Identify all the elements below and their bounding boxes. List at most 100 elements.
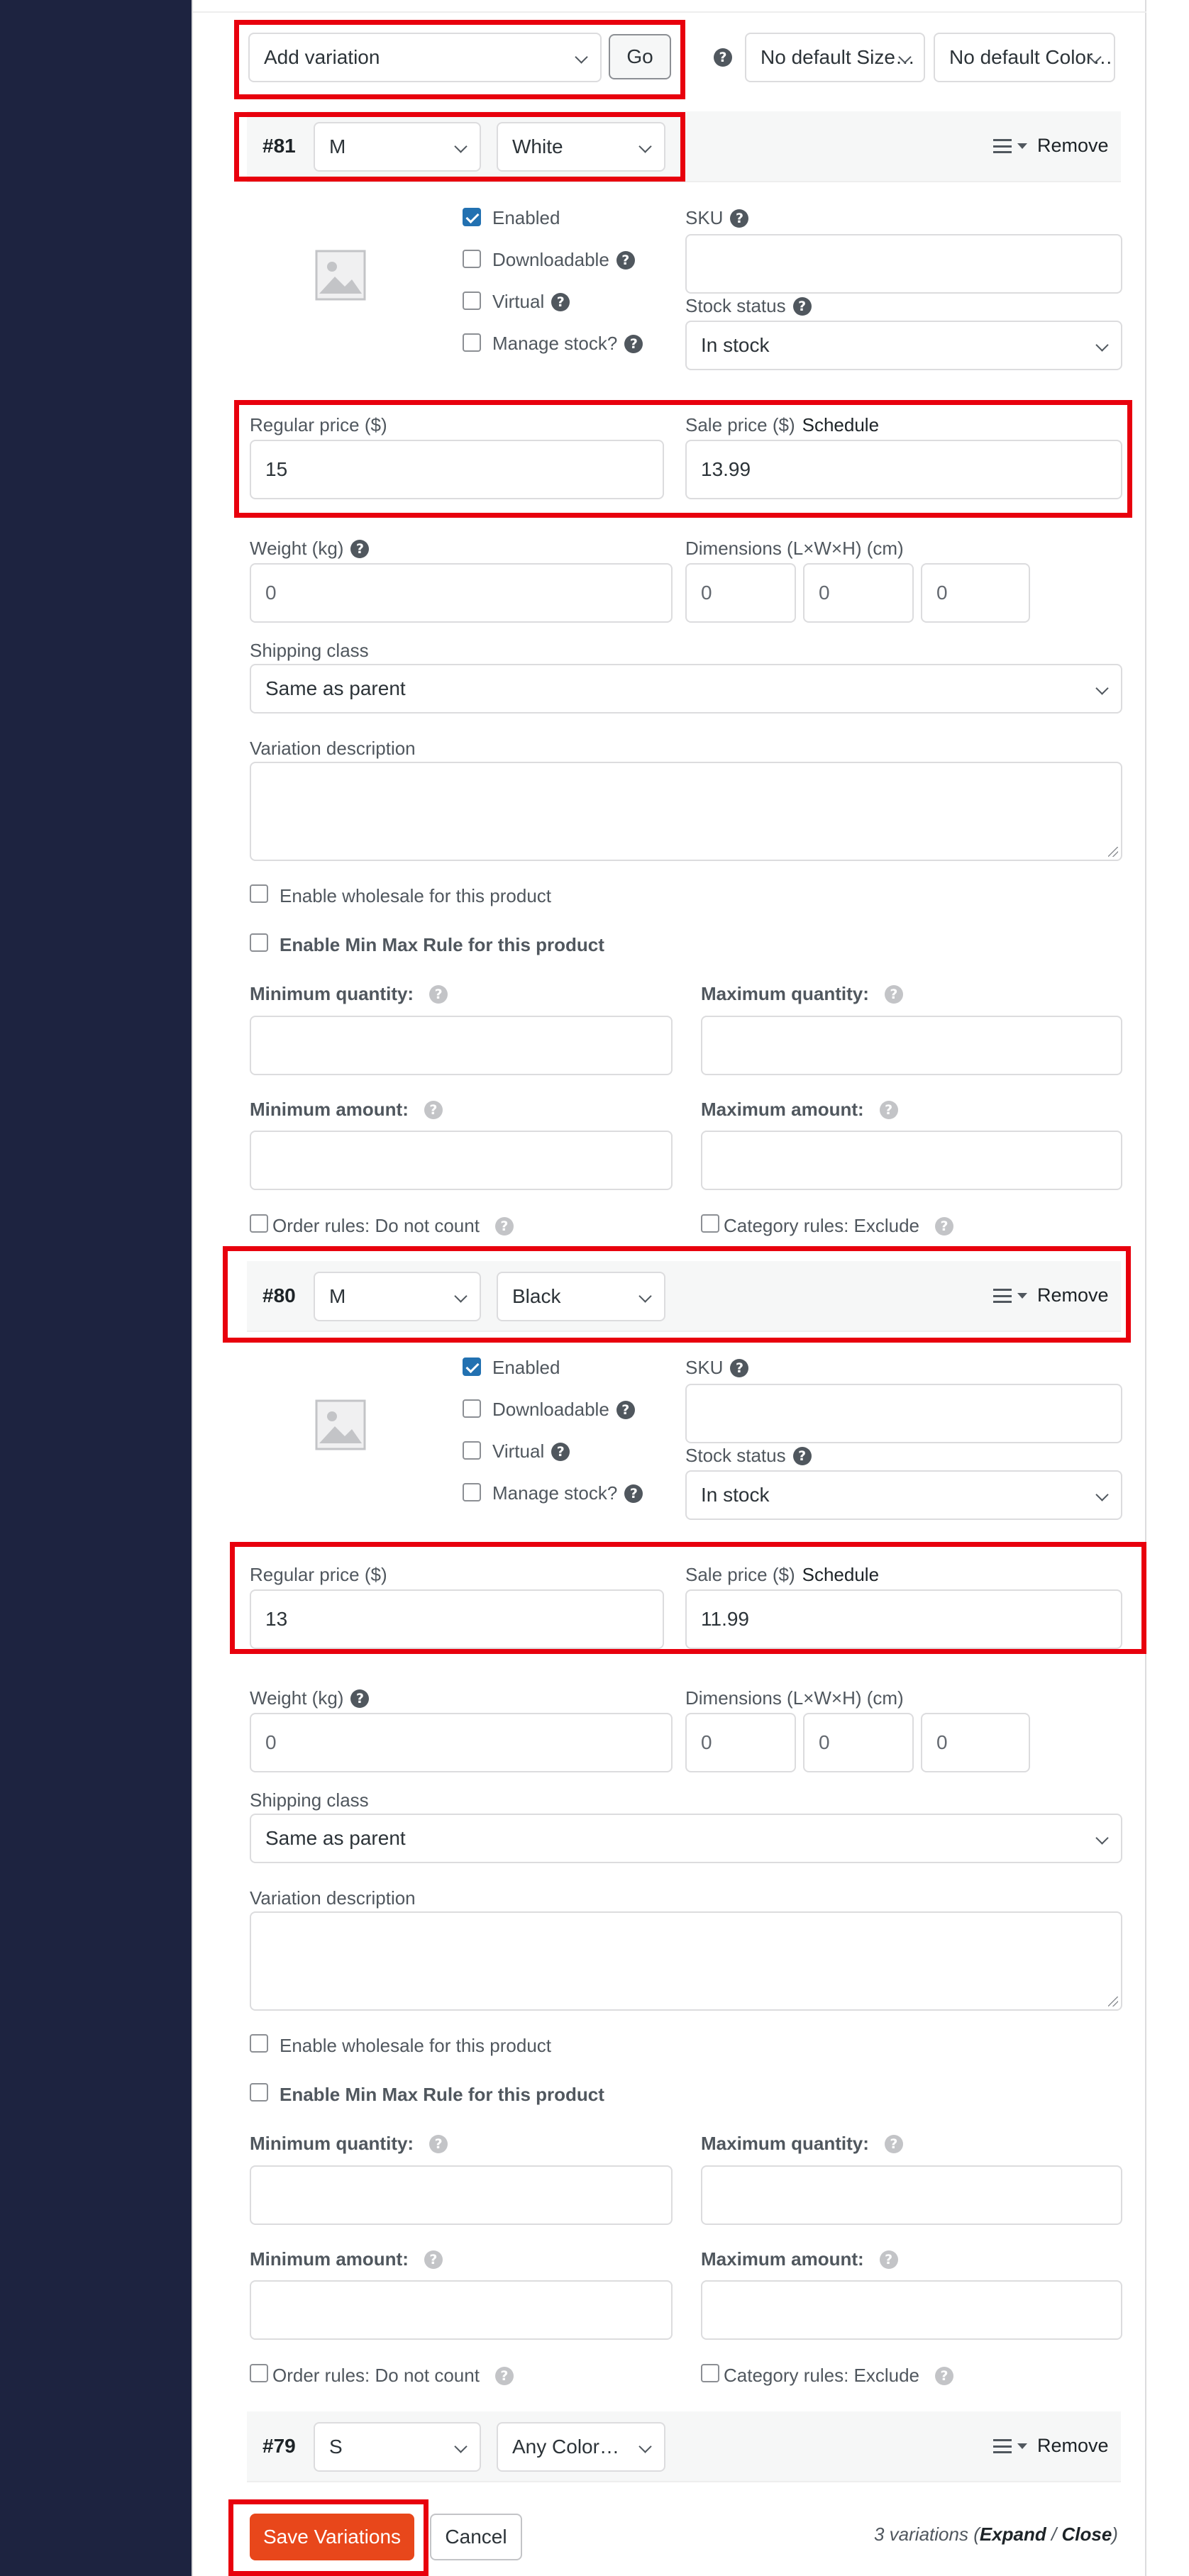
regular-price-input[interactable]: 13 bbox=[250, 1589, 664, 1649]
help-icon[interactable]: ? bbox=[429, 2134, 448, 2153]
color-select[interactable]: White bbox=[497, 122, 665, 172]
help-icon[interactable]: ? bbox=[935, 2366, 954, 2385]
help-icon[interactable]: ? bbox=[616, 250, 635, 270]
help-icon[interactable]: ? bbox=[624, 334, 643, 353]
help-icon[interactable]: ? bbox=[429, 984, 448, 1004]
order-rules-checkbox[interactable] bbox=[250, 1214, 268, 1233]
help-icon[interactable]: ? bbox=[494, 1216, 514, 1236]
help-icon[interactable]: ? bbox=[792, 1446, 812, 1465]
virtual-checkbox[interactable] bbox=[463, 1441, 481, 1460]
max-amount-input[interactable] bbox=[701, 2280, 1122, 2340]
schedule-link[interactable]: Schedule bbox=[802, 1564, 879, 1586]
remove-link[interactable]: Remove bbox=[1037, 2435, 1109, 2457]
help-icon[interactable]: ? bbox=[884, 984, 903, 1004]
category-rules-checkbox[interactable] bbox=[701, 1214, 719, 1233]
manage-stock-checkbox[interactable] bbox=[463, 1483, 481, 1501]
category-rules-checkbox[interactable] bbox=[701, 2364, 719, 2382]
default-size-select[interactable]: No default Size… bbox=[745, 33, 925, 82]
remove-link[interactable]: Remove bbox=[1037, 1284, 1109, 1306]
variation-actions[interactable]: Remove bbox=[993, 135, 1109, 157]
width-input[interactable]: 0 bbox=[803, 563, 914, 623]
variation-description-textarea[interactable] bbox=[250, 762, 1122, 861]
stock-status-select[interactable]: In stock bbox=[685, 321, 1122, 370]
image-placeholder-icon[interactable] bbox=[315, 250, 366, 301]
help-icon[interactable]: ? bbox=[714, 48, 732, 67]
enabled-checkbox[interactable] bbox=[463, 208, 481, 226]
help-icon[interactable]: ? bbox=[792, 296, 812, 316]
shipping-class-select[interactable]: Same as parent bbox=[250, 1814, 1122, 1863]
min-amount-input[interactable] bbox=[250, 2280, 673, 2340]
height-input[interactable]: 0 bbox=[921, 563, 1030, 623]
weight-input[interactable]: 0 bbox=[250, 563, 673, 623]
help-icon[interactable]: ? bbox=[551, 1442, 570, 1461]
minmax-checkbox[interactable] bbox=[250, 933, 268, 952]
variation-description-text: Variation description bbox=[250, 738, 416, 759]
sale-price-input[interactable]: 11.99 bbox=[685, 1589, 1122, 1649]
order-rules-checkbox[interactable] bbox=[250, 2364, 268, 2382]
length-input[interactable]: 0 bbox=[685, 1713, 796, 1772]
help-icon[interactable]: ? bbox=[350, 539, 370, 558]
max-amount-input[interactable] bbox=[701, 1131, 1122, 1190]
max-quantity-input[interactable] bbox=[701, 1016, 1122, 1075]
add-variation-select[interactable]: Add variation bbox=[248, 33, 602, 82]
sku-input[interactable] bbox=[685, 1384, 1122, 1443]
expand-link[interactable]: Expand bbox=[980, 2524, 1046, 2545]
remove-link[interactable]: Remove bbox=[1037, 135, 1109, 157]
width-input[interactable]: 0 bbox=[803, 1713, 914, 1772]
menu-icon[interactable] bbox=[993, 1288, 1012, 1303]
save-variations-button[interactable]: Save Variations bbox=[250, 2514, 414, 2560]
help-icon[interactable]: ? bbox=[616, 1400, 635, 1419]
help-icon[interactable]: ? bbox=[935, 1216, 954, 1236]
downloadable-checkbox[interactable] bbox=[463, 1399, 481, 1418]
max-quantity-text: Maximum quantity: bbox=[701, 983, 869, 1004]
wholesale-checkbox[interactable] bbox=[250, 2034, 268, 2053]
help-icon[interactable]: ? bbox=[879, 2250, 898, 2269]
wholesale-checkbox[interactable] bbox=[250, 884, 268, 903]
size-select[interactable]: S bbox=[314, 2422, 481, 2472]
help-icon[interactable]: ? bbox=[424, 2250, 443, 2269]
max-quantity-input[interactable] bbox=[701, 2165, 1122, 2225]
enabled-checkbox[interactable] bbox=[463, 1358, 481, 1376]
regular-price-input[interactable]: 15 bbox=[250, 440, 664, 499]
default-color-select[interactable]: No default Color… bbox=[934, 33, 1115, 82]
size-select[interactable]: M bbox=[314, 122, 481, 172]
image-placeholder-icon[interactable] bbox=[315, 1399, 366, 1450]
min-quantity-input[interactable] bbox=[250, 2165, 673, 2225]
shipping-class-label: Shipping class bbox=[250, 640, 369, 662]
help-icon[interactable]: ? bbox=[730, 209, 749, 228]
help-icon[interactable]: ? bbox=[884, 2134, 903, 2153]
go-button[interactable]: Go bbox=[609, 34, 671, 79]
min-quantity-input[interactable] bbox=[250, 1016, 673, 1075]
help-icon[interactable]: ? bbox=[730, 1358, 749, 1377]
variation-actions[interactable]: Remove bbox=[993, 1284, 1109, 1306]
length-input[interactable]: 0 bbox=[685, 563, 796, 623]
color-select[interactable]: Any Color… bbox=[497, 2422, 665, 2472]
help-icon[interactable]: ? bbox=[424, 1100, 443, 1119]
color-select[interactable]: Black bbox=[497, 1272, 665, 1321]
help-icon[interactable]: ? bbox=[494, 2366, 514, 2385]
weight-input[interactable]: 0 bbox=[250, 1713, 673, 1772]
menu-icon[interactable] bbox=[993, 138, 1012, 153]
height-value: 0 bbox=[936, 1731, 948, 1753]
size-select[interactable]: M bbox=[314, 1272, 481, 1321]
help-icon[interactable]: ? bbox=[879, 1100, 898, 1119]
height-input[interactable]: 0 bbox=[921, 1713, 1030, 1772]
variation-actions[interactable]: Remove bbox=[993, 2435, 1109, 2457]
variation-description-textarea[interactable] bbox=[250, 1911, 1122, 2011]
sku-input[interactable] bbox=[685, 234, 1122, 294]
help-icon[interactable]: ? bbox=[350, 1689, 370, 1708]
virtual-checkbox[interactable] bbox=[463, 292, 481, 310]
downloadable-checkbox[interactable] bbox=[463, 250, 481, 268]
manage-stock-checkbox[interactable] bbox=[463, 333, 481, 352]
schedule-link[interactable]: Schedule bbox=[802, 414, 879, 436]
sale-price-input[interactable]: 13.99 bbox=[685, 440, 1122, 499]
cancel-button[interactable]: Cancel bbox=[430, 2514, 522, 2560]
stock-status-select[interactable]: In stock bbox=[685, 1470, 1122, 1520]
minmax-checkbox[interactable] bbox=[250, 2083, 268, 2102]
close-link[interactable]: Close bbox=[1061, 2524, 1112, 2545]
help-icon[interactable]: ? bbox=[624, 1484, 643, 1503]
min-amount-input[interactable] bbox=[250, 1131, 673, 1190]
menu-icon[interactable] bbox=[993, 2438, 1012, 2453]
shipping-class-select[interactable]: Same as parent bbox=[250, 664, 1122, 714]
help-icon[interactable]: ? bbox=[551, 292, 570, 311]
